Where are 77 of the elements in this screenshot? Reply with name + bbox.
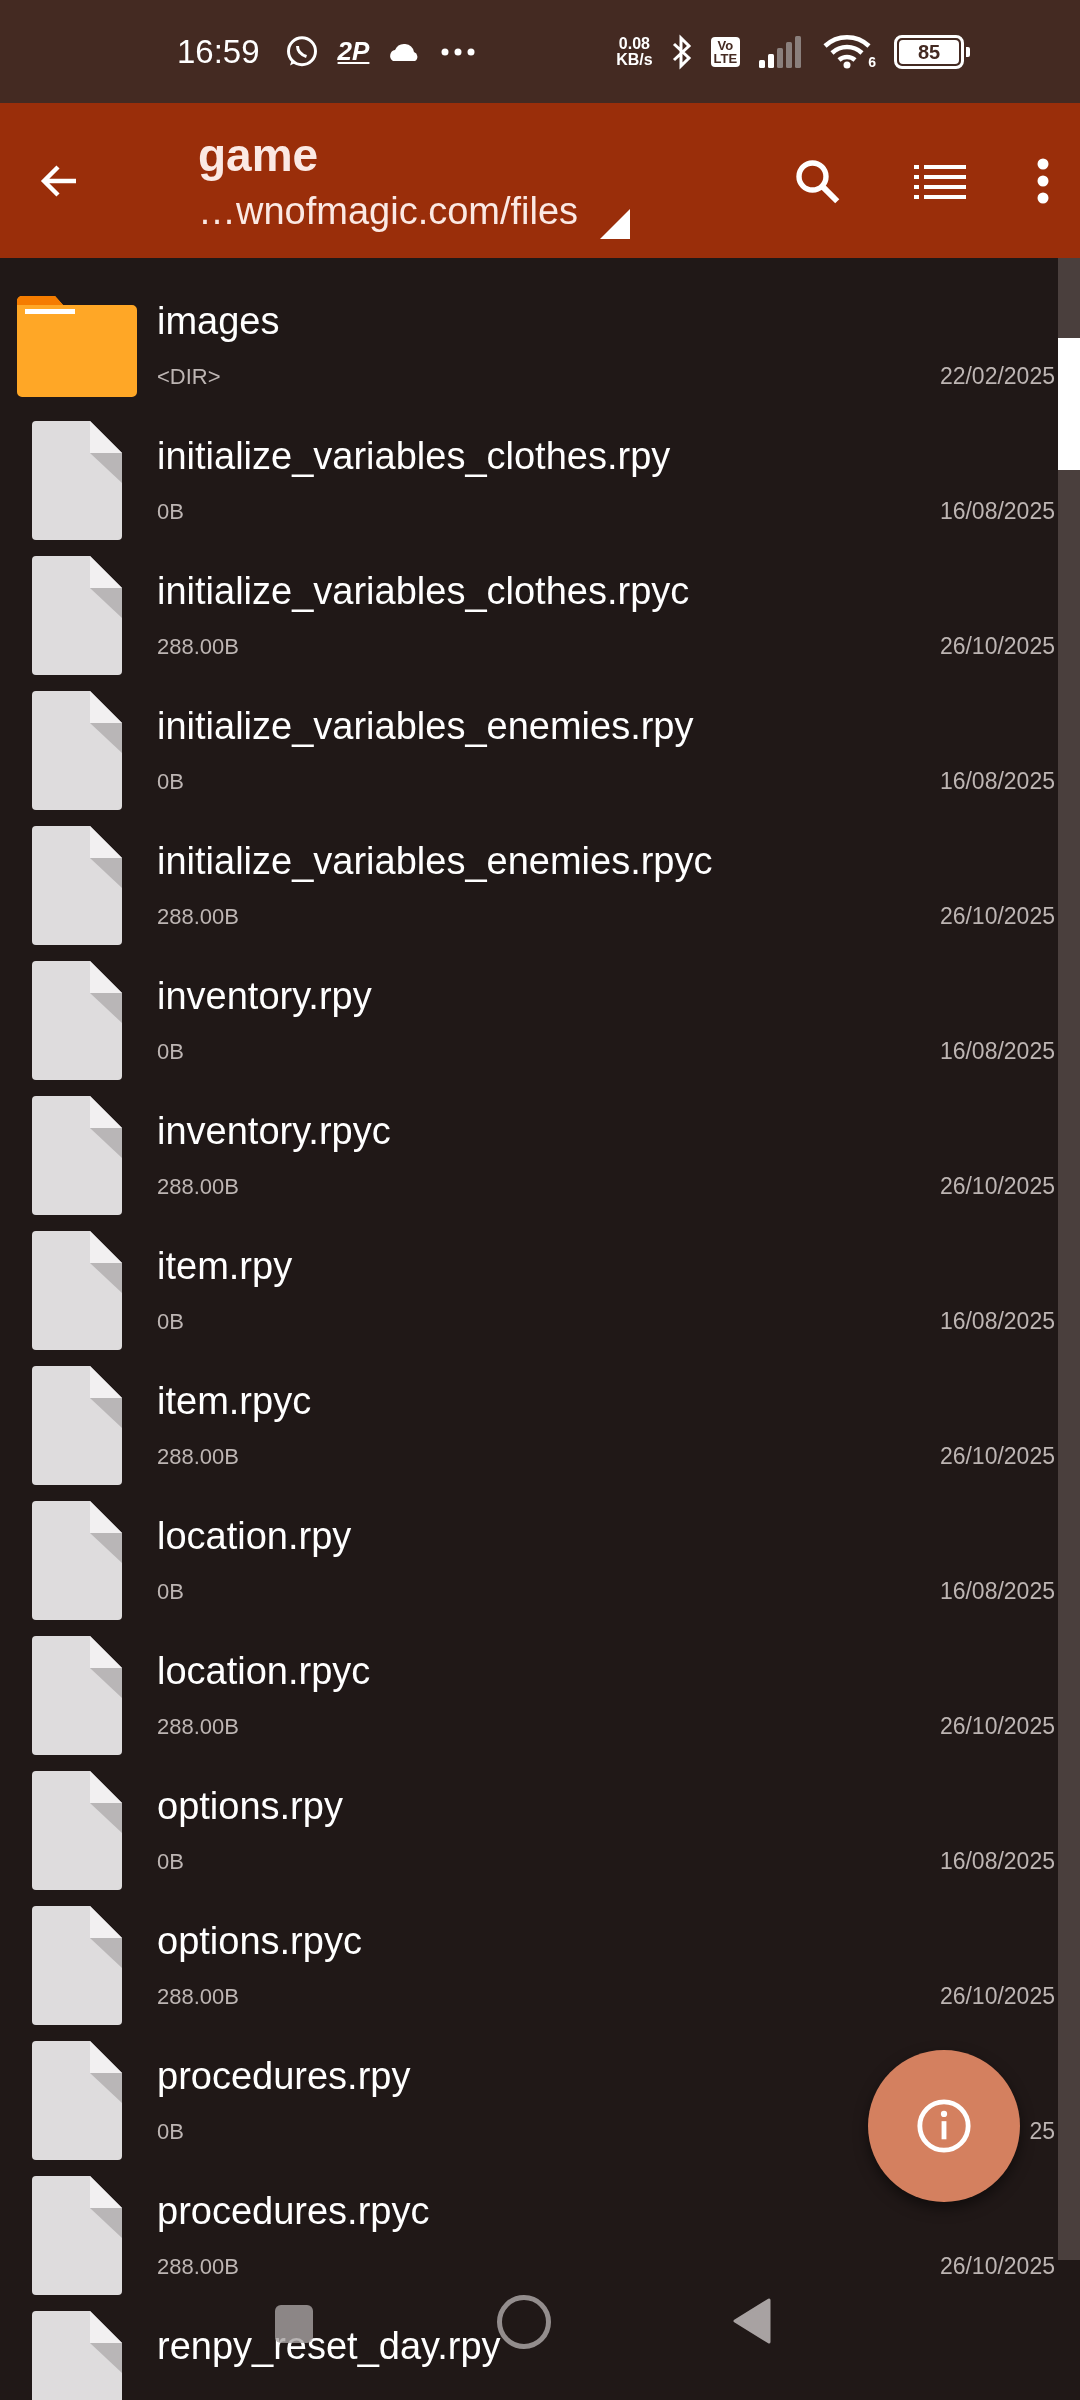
file-name[interactable]: renpy_reset_day.rpy (157, 2325, 501, 2368)
notification-label: 2P (337, 36, 370, 67)
file-size: <DIR> (157, 363, 221, 390)
file-size: 288.00B (157, 1983, 239, 2010)
file-name[interactable]: initialize_variables_enemies.rpyc (157, 840, 713, 883)
modified-date: 16/08/2025 (939, 1038, 1055, 1065)
file-size: 0B (157, 1308, 184, 1335)
more-notifications-icon (441, 47, 476, 56)
bluetooth-icon (670, 33, 693, 70)
file-size: 0B (157, 1848, 184, 1875)
file-icon (32, 1501, 122, 1620)
file-size: 288.00B (157, 1173, 239, 1200)
list-icon (914, 162, 966, 199)
file-icon (32, 961, 122, 1080)
file-size: 0B (157, 498, 184, 525)
modified-date: 22/02/2025 (939, 363, 1055, 390)
folder-title: game (198, 128, 320, 182)
file-name[interactable]: options.rpy (157, 1785, 343, 1828)
more-options-icon (1036, 157, 1050, 204)
file-size: 288.00B (157, 2253, 239, 2280)
file-icon (32, 556, 122, 675)
file-icon (32, 1636, 122, 1755)
file-icon (32, 1906, 122, 2025)
modified-date: 16/08/2025 (939, 498, 1055, 525)
back-nav-button[interactable] (732, 2298, 772, 2344)
file-size: 288.00B (157, 903, 239, 930)
file-size: 0B (157, 2118, 184, 2145)
file-size: 0B (157, 768, 184, 795)
file-icon (32, 1771, 122, 1890)
file-size: 0B (157, 1038, 184, 1065)
file-name[interactable]: inventory.rpyc (157, 1110, 391, 1153)
modified-date: 16/08/2025 (939, 1578, 1055, 1605)
volte-badge: Vo LTE (710, 36, 741, 67)
file-size: 0B (157, 1578, 184, 1605)
modified-date: 26/10/2025 (939, 1443, 1055, 1470)
file-icon (32, 826, 122, 945)
file-name[interactable]: initialize_variables_clothes.rpyc (157, 570, 690, 613)
modified-date: 26/10/2025 (939, 1713, 1055, 1740)
dropdown-triangle-icon[interactable] (600, 209, 631, 239)
file-icon (32, 2311, 122, 2400)
file-name[interactable]: procedures.rpy (157, 2055, 411, 2098)
file-name[interactable]: images (157, 300, 280, 343)
modified-date: 16/08/2025 (939, 768, 1055, 795)
file-size: 288.00B (157, 1443, 239, 1470)
modified-date: 16/08/2025 (939, 1848, 1055, 1875)
file-name[interactable]: item.rpyc (157, 1380, 312, 1423)
modified-date: 26/10/2025 (939, 1983, 1055, 2010)
modified-date: 26/10/2025 (939, 903, 1055, 930)
modified-date: 26/10/2025 (939, 2253, 1055, 2280)
file-name[interactable]: location.rpyc (157, 1650, 371, 1693)
info-icon (915, 2097, 973, 2155)
network-speed-unit: KB/s (616, 51, 653, 68)
file-name[interactable]: initialize_variables_enemies.rpy (157, 705, 694, 748)
file-icon (32, 2176, 122, 2295)
folder-icon (17, 294, 137, 397)
modified-date: 26/10/2025 (939, 1173, 1055, 1200)
file-icon (32, 421, 122, 540)
file-name[interactable]: initialize_variables_clothes.rpy (157, 435, 671, 478)
file-icon (32, 691, 122, 810)
file-name[interactable]: inventory.rpy (157, 975, 372, 1018)
file-name[interactable]: options.rpyc (157, 1920, 362, 1963)
modified-date: 16/08/2025 (939, 1308, 1055, 1335)
file-size: 288.00B (157, 1713, 239, 1740)
file-name[interactable]: item.rpy (157, 1245, 293, 1288)
scrollbar[interactable] (1058, 258, 1080, 2260)
file-icon (32, 1366, 122, 1485)
folder-path[interactable]: …wnofmagic.com/files (198, 190, 579, 233)
file-name[interactable]: location.rpy (157, 1515, 352, 1558)
file-icon (32, 2041, 122, 2160)
file-icon (32, 1096, 122, 1215)
clock: 16:59 (177, 32, 260, 71)
file-size: 288.00B (157, 633, 239, 660)
file-icon (32, 1231, 122, 1350)
file-name[interactable]: procedures.rpyc (157, 2190, 430, 2233)
modified-date: 26/10/2025 (939, 633, 1055, 660)
modified-date: 25 (1029, 2118, 1055, 2145)
network-speed: 0.08 (618, 35, 650, 52)
